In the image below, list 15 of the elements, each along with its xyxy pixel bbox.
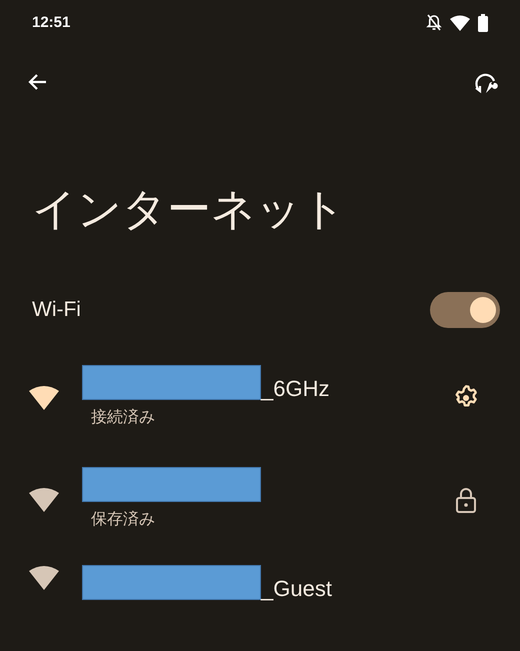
clock: 12:51 <box>32 12 70 33</box>
wifi-label: Wi-Fi <box>32 297 81 324</box>
wifi-toggle[interactable] <box>430 292 500 328</box>
network-item[interactable]: _6GHz 接続済み <box>0 346 520 449</box>
lock-icon <box>454 486 478 514</box>
network-name: _Guest <box>261 578 332 600</box>
network-item[interactable]: _Guest <box>0 550 520 645</box>
network-status: 接続済み <box>91 408 156 428</box>
network-item[interactable]: 保存済み <box>0 448 520 551</box>
network-name: _6GHz <box>261 378 330 400</box>
battery-icon <box>478 14 488 32</box>
bell-off-icon <box>426 14 442 32</box>
network-status: 保存済み <box>91 510 156 530</box>
wifi-icon <box>450 15 470 31</box>
page-title: インターネット <box>32 184 347 236</box>
